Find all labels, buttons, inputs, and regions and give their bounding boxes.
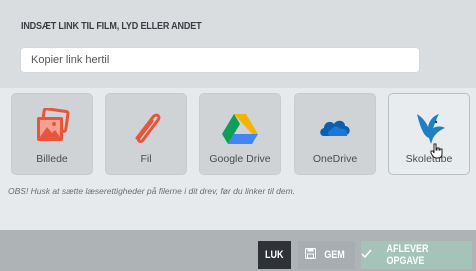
source-tile-google-drive[interactable]: Google Drive <box>199 93 281 175</box>
source-label: Google Drive <box>209 153 271 165</box>
google-drive-icon <box>200 108 280 146</box>
source-tile-billede[interactable]: Billede <box>11 93 93 175</box>
skoletube-bird-icon <box>389 108 469 146</box>
link-input[interactable] <box>20 47 420 73</box>
floppy-disk-icon <box>305 248 317 262</box>
submit-assignment-button[interactable]: AFLEVER OPGAVE <box>361 241 472 269</box>
checkmark-icon <box>361 249 372 262</box>
save-button-label: GEM <box>324 249 346 261</box>
onedrive-icon <box>295 108 375 146</box>
source-label: Fil <box>140 153 152 165</box>
dialog-title: INDSÆT LINK TIL FILM, LYD ELLER ANDET <box>21 20 202 32</box>
close-button-label: LUK <box>265 249 284 261</box>
source-label: Skoletube <box>405 153 453 165</box>
permission-notice: OBS! Husk at sætte læserettigheder på fi… <box>8 186 296 196</box>
image-icon <box>12 108 92 146</box>
paperclip-icon <box>106 108 186 146</box>
source-tile-onedrive[interactable]: OneDrive <box>294 93 376 175</box>
submit-button-label: AFLEVER OPGAVE <box>386 243 429 267</box>
source-label: Billede <box>36 153 68 165</box>
source-tile-skoletube[interactable]: Skoletube <box>388 93 470 175</box>
hand-cursor-icon <box>430 143 444 164</box>
save-button[interactable]: GEM <box>298 241 355 269</box>
close-button[interactable]: LUK <box>258 241 291 269</box>
dialog-header <box>0 0 476 88</box>
source-tile-fil[interactable]: Fil <box>105 93 187 175</box>
source-label: OneDrive <box>312 153 358 165</box>
